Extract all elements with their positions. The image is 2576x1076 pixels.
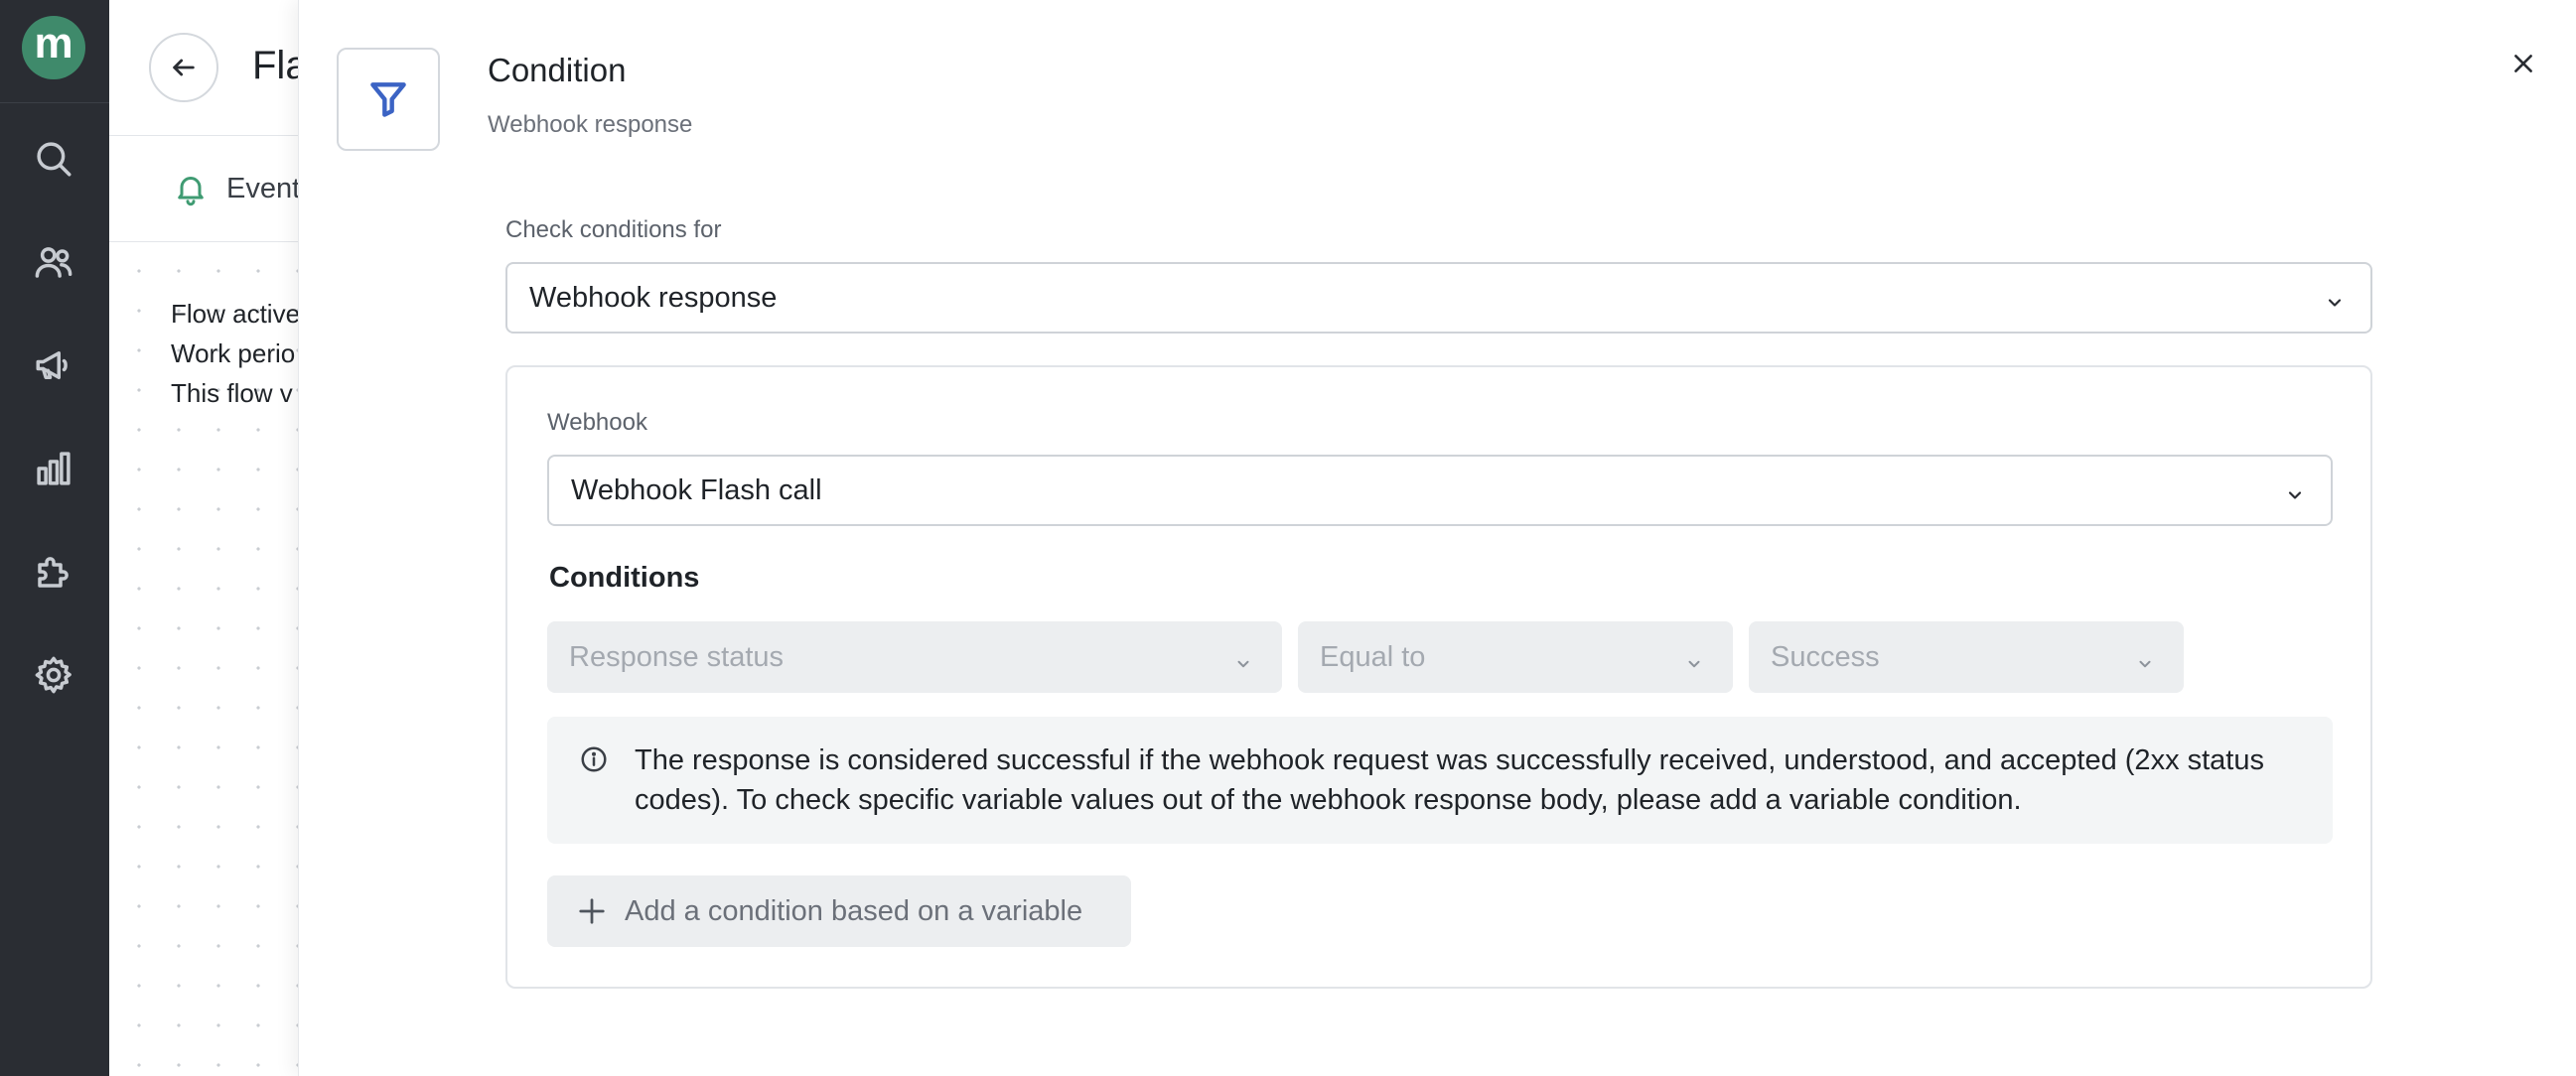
- close-button[interactable]: [2505, 46, 2541, 81]
- webhook-value: Webhook Flash call: [571, 473, 822, 506]
- panel-title: Condition: [488, 52, 627, 88]
- webhook-label: Webhook: [547, 409, 647, 436]
- flow-info-line: Work perio: [171, 338, 296, 368]
- info-icon: [579, 744, 609, 774]
- back-button[interactable]: [149, 33, 218, 102]
- flow-tabs: Event: [109, 137, 298, 242]
- chevron-down-icon: [1685, 648, 1703, 668]
- search-icon[interactable]: [28, 133, 79, 185]
- add-variable-condition-label: Add a condition based on a variable: [625, 894, 1083, 927]
- flow-info-line: This flow v: [171, 378, 293, 408]
- filter-icon: [370, 82, 406, 117]
- bell-icon: [173, 171, 209, 206]
- condition-panel: Condition Webhook response Check conditi…: [298, 0, 2576, 1076]
- gear-icon[interactable]: [28, 649, 79, 701]
- flow-page-background: Fla Event Flow active Work perio This fl…: [109, 0, 298, 1076]
- chevron-down-icon: [2285, 480, 2305, 500]
- condition-value-value: Success: [1771, 640, 1880, 673]
- add-variable-condition-button[interactable]: Add a condition based on a variable: [547, 875, 1131, 947]
- chevron-down-icon: [2136, 648, 2154, 668]
- plus-icon: [577, 896, 607, 926]
- arrow-left-icon: [173, 59, 195, 76]
- flow-page-header: Fla: [109, 0, 298, 136]
- users-icon[interactable]: [28, 236, 79, 288]
- webhook-select[interactable]: Webhook Flash call: [547, 455, 2333, 526]
- condition-field-select[interactable]: Response status: [547, 621, 1282, 693]
- check-conditions-value: Webhook response: [529, 281, 778, 314]
- condition-type-badge: [337, 48, 440, 151]
- app-logo[interactable]: m: [22, 16, 85, 79]
- condition-field-value: Response status: [569, 640, 785, 673]
- puzzle-icon[interactable]: [28, 546, 79, 598]
- conditions-heading: Conditions: [549, 562, 700, 594]
- condition-operator-value: Equal to: [1320, 640, 1426, 673]
- tab-events[interactable]: Event: [226, 173, 298, 205]
- rail-divider: [0, 102, 109, 103]
- check-conditions-select[interactable]: Webhook response: [505, 262, 2372, 334]
- info-callout: The response is considered successful if…: [547, 717, 2333, 844]
- check-conditions-label: Check conditions for: [505, 216, 722, 243]
- info-text: The response is considered successful if…: [635, 744, 2264, 816]
- left-nav-rail: m: [0, 0, 109, 1076]
- condition-value-select[interactable]: Success: [1749, 621, 2184, 693]
- conditions-card: Webhook Webhook Flash call Conditions Re…: [505, 365, 2372, 989]
- panel-subtitle: Webhook response: [488, 111, 693, 138]
- condition-operator-select[interactable]: Equal to: [1298, 621, 1733, 693]
- flow-title: Fla: [252, 44, 298, 87]
- close-icon: [2514, 55, 2532, 72]
- megaphone-icon[interactable]: [28, 339, 79, 391]
- flow-info-line: Flow active: [171, 299, 298, 329]
- chevron-down-icon: [2325, 288, 2345, 308]
- bar-chart-icon[interactable]: [28, 443, 79, 494]
- flow-info-text: Flow active Work perio This flow v: [171, 294, 298, 413]
- chevron-down-icon: [1234, 648, 1252, 668]
